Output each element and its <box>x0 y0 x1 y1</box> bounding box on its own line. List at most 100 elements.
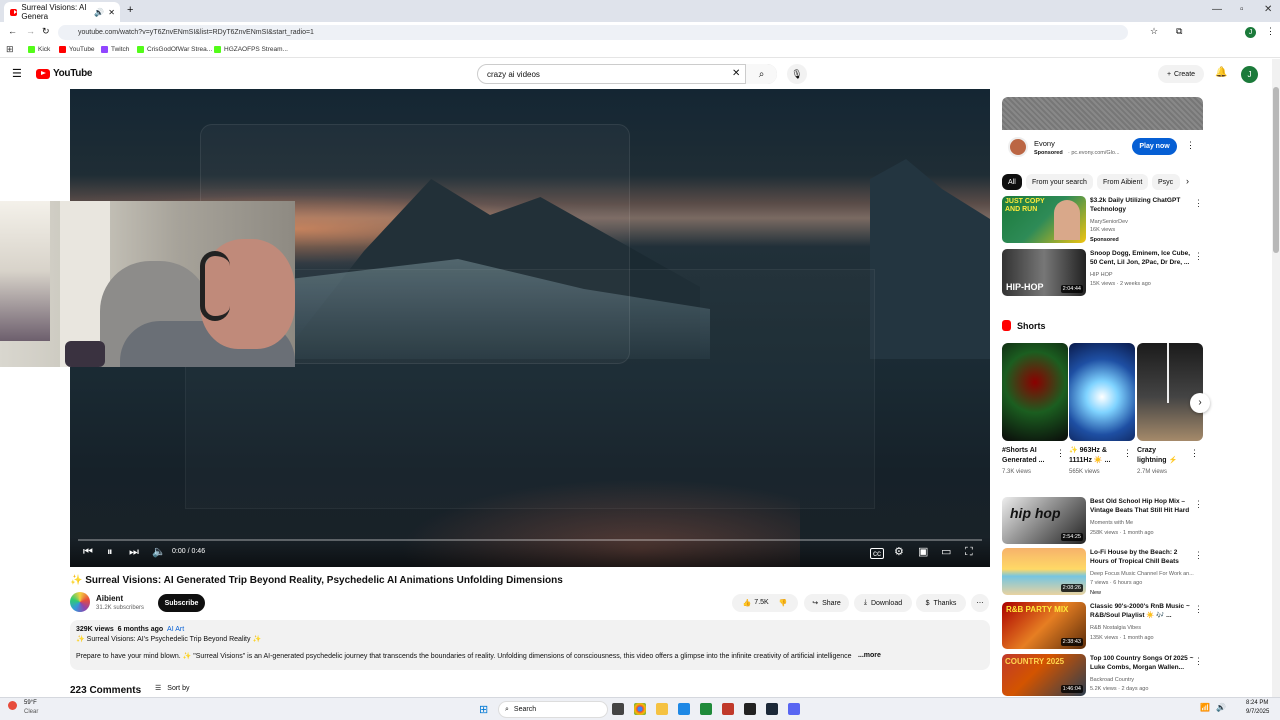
like-button[interactable]: 👍 7.5K <box>743 599 769 607</box>
app-icon[interactable] <box>722 703 734 715</box>
create-button[interactable]: + Create <box>1158 65 1204 83</box>
search-button[interactable]: ⌕ <box>745 64 777 84</box>
browser-menu-icon[interactable]: ⋮ <box>1266 26 1275 37</box>
apps-grid-icon[interactable]: ⊞ <box>6 44 14 55</box>
search-input[interactable]: crazy ai videos ✕ <box>477 64 777 84</box>
subscribe-button[interactable]: Subscribe <box>158 594 205 612</box>
scrollbar-thumb[interactable] <box>1273 87 1279 253</box>
close-window-icon[interactable]: ✕ <box>1264 4 1272 15</box>
edge-icon[interactable] <box>678 703 690 715</box>
play-now-button[interactable]: Play now <box>1132 138 1177 155</box>
excel-icon[interactable] <box>700 703 712 715</box>
progress-bar[interactable] <box>78 539 982 541</box>
bookmark-crisgodofwar[interactable]: CrisGodOfWar Strea... <box>137 46 212 53</box>
youtube-logo[interactable]: YouTube <box>36 68 93 79</box>
forward-icon[interactable]: → <box>26 26 35 36</box>
tab-close-icon[interactable]: ✕ <box>108 8 115 17</box>
extensions-icon[interactable]: ⧉ <box>1176 26 1182 37</box>
settings-gear-icon[interactable]: ⚙ <box>894 546 904 558</box>
chip-psyc[interactable]: Psyc <box>1152 174 1180 190</box>
sidebar-video[interactable]: JUST COPY AND RUN $3.2k Daily Utilizing C… <box>1002 196 1203 244</box>
sidebar-video[interactable]: HIP-HOP 2:04:44 Snoop Dogg, Eminem, Ice … <box>1002 249 1203 297</box>
short-title: #Shorts AI Generated ... <box>1002 447 1045 464</box>
sidebar-ad[interactable]: Evony Sponsored · pc.evony.com/Glo... Pl… <box>1002 97 1203 167</box>
video-more-icon[interactable]: ⋮ <box>1194 499 1203 510</box>
shorts-next-chevron-icon[interactable]: › <box>1190 393 1210 413</box>
minimize-icon[interactable]: — <box>1212 4 1222 15</box>
channel-name[interactable]: Aibient <box>96 594 123 603</box>
show-more-link[interactable]: ...more <box>858 652 881 659</box>
video-tag[interactable]: AI Art <box>167 626 184 633</box>
miniplayer-icon[interactable]: ▣ <box>918 546 928 558</box>
url-field[interactable]: youtube.com/watch?v=yT6ZnvENmSI&list=RDy… <box>58 25 1128 40</box>
theater-mode-icon[interactable]: ▭ <box>941 546 951 558</box>
browser-tab[interactable]: Surreal Visions: AI Genera 🔊 ✕ <box>4 2 120 22</box>
account-avatar[interactable]: J <box>1241 66 1258 83</box>
short-thumbnail[interactable] <box>1137 343 1203 441</box>
fullscreen-icon[interactable]: ⛶ <box>965 546 973 558</box>
short-thumbnail[interactable] <box>1002 343 1068 441</box>
new-tab-icon[interactable]: + <box>127 4 133 16</box>
sidebar-video[interactable]: hip hop 2:54:25 Best Old School Hip Hop … <box>1002 497 1203 545</box>
thanks-button[interactable]: $ Thanks <box>916 594 966 612</box>
previous-icon[interactable]: ⏮ <box>83 546 93 558</box>
chips-next-chevron-icon[interactable]: › <box>1186 176 1189 186</box>
bookmark-twitch[interactable]: Twitch <box>101 46 129 53</box>
voice-search-icon[interactable]: 🎙 <box>787 64 807 84</box>
reload-icon[interactable]: ↻ <box>42 26 50 37</box>
file-explorer-icon[interactable] <box>656 703 668 715</box>
short-more-icon[interactable]: ⋮ <box>1056 448 1065 459</box>
video-more-icon[interactable]: ⋮ <box>1194 656 1203 667</box>
task-view-icon[interactable] <box>612 703 624 715</box>
steam-icon[interactable] <box>766 703 778 715</box>
epic-games-icon[interactable] <box>744 703 756 715</box>
download-button[interactable]: ⤓ Download <box>854 594 912 612</box>
discord-icon[interactable] <box>788 703 800 715</box>
back-icon[interactable]: ← <box>8 26 17 36</box>
short-views: 7.3K views <box>1002 469 1032 475</box>
video-more-icon[interactable]: ⋮ <box>1194 550 1203 561</box>
bookmark-star-icon[interactable]: ☆ <box>1150 26 1158 37</box>
sidebar-video[interactable]: COUNTRY 2025 1:46:04 Top 100 Country Son… <box>1002 654 1203 702</box>
description-box[interactable]: 329K views 6 months ago AI Art ✨ Surreal… <box>70 620 990 670</box>
sort-by-button[interactable]: ☰ Sort by <box>155 684 189 693</box>
thumbs-down-icon[interactable]: 👎 <box>779 599 788 607</box>
sidebar-video[interactable]: R&B PARTY MIX 2:38:43 Classic 90's-2000'… <box>1002 602 1203 650</box>
windows-start-icon[interactable]: ⊞ <box>479 703 488 716</box>
channel-avatar[interactable] <box>70 592 90 612</box>
more-actions-button[interactable]: ⋯ <box>971 594 989 612</box>
chip-all[interactable]: All <box>1002 174 1022 190</box>
chip-from-aibient[interactable]: From Aibient <box>1097 174 1149 190</box>
page-scrollbar[interactable] <box>1272 59 1280 697</box>
weather-icon[interactable] <box>8 701 17 710</box>
youtube-logo-icon <box>36 68 50 79</box>
bookmark-kick[interactable]: Kick <box>28 46 50 53</box>
hamburger-menu-icon[interactable]: ☰ <box>12 67 22 80</box>
ad-more-icon[interactable]: ⋮ <box>1186 140 1195 151</box>
chrome-icon[interactable] <box>634 703 646 715</box>
chip-from-your-search[interactable]: From your search <box>1026 174 1093 190</box>
volume-icon[interactable]: 🔈 <box>152 546 166 558</box>
short-more-icon[interactable]: ⋮ <box>1190 448 1199 459</box>
volume-tray-icon[interactable]: 🔊 <box>1216 703 1226 712</box>
video-more-icon[interactable]: ⋮ <box>1194 198 1203 209</box>
short-more-icon[interactable]: ⋮ <box>1123 448 1132 459</box>
taskbar-search[interactable]: ⌕ Search <box>498 701 608 718</box>
sidebar-video[interactable]: 2:08:26 Lo-Fi House by the Beach: 2 Hour… <box>1002 548 1203 596</box>
profile-avatar[interactable]: J <box>1245 27 1256 38</box>
bookmark-youtube[interactable]: YouTube <box>59 46 95 53</box>
video-thumbnail: HIP-HOP 2:04:44 <box>1002 249 1086 296</box>
pause-icon[interactable]: ⏸ <box>107 546 113 558</box>
video-more-icon[interactable]: ⋮ <box>1194 251 1203 262</box>
clear-search-icon[interactable]: ✕ <box>732 68 740 79</box>
bookmark-hgzaofps[interactable]: HGZAOFPS Stream... <box>214 46 288 53</box>
captions-icon[interactable]: cc <box>870 548 884 559</box>
wifi-icon[interactable]: 📶 <box>1200 703 1210 712</box>
share-button[interactable]: ↪ Share <box>804 594 849 612</box>
video-more-icon[interactable]: ⋮ <box>1194 604 1203 615</box>
maximize-icon[interactable]: ▫ <box>1240 4 1244 15</box>
short-thumbnail[interactable] <box>1069 343 1135 441</box>
bookmark-label: Twitch <box>111 46 130 53</box>
next-icon[interactable]: ⏭ <box>129 546 139 558</box>
notifications-bell-icon[interactable]: 🔔 <box>1215 67 1227 78</box>
